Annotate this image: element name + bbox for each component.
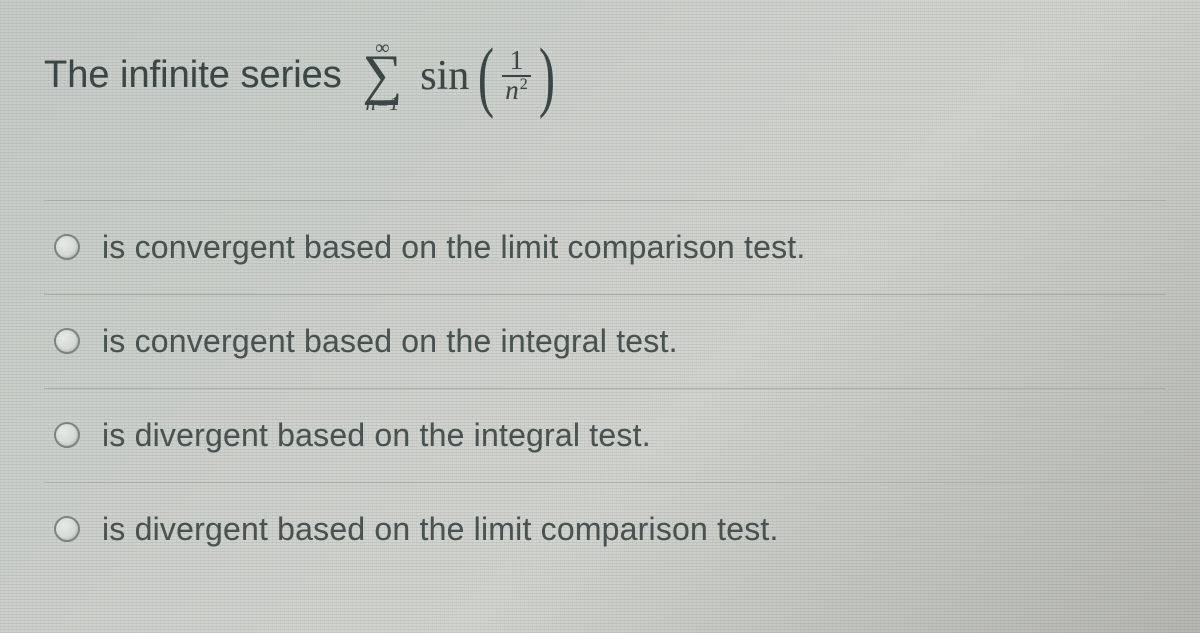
sum-lower-bound: n=1 [366,96,400,112]
fraction-denominator: n2 [502,75,531,105]
radio-icon[interactable] [54,234,80,260]
radio-icon[interactable] [54,328,80,354]
stem-prefix: The infinite series [44,53,352,99]
option-b[interactable]: is convergent based on the integral test… [44,294,1166,388]
denominator-exponent: 2 [520,76,528,93]
option-d-label: is divergent based on the limit comparis… [102,511,779,548]
right-paren-icon: ) [539,53,555,100]
option-d[interactable]: is divergent based on the limit comparis… [44,482,1166,576]
summation-symbol: ∞ ∑ n=1 [362,40,402,112]
question-stem: The infinite series ∞ ∑ n=1 sin ( 1 n2 ) [44,40,1166,112]
function-name: sin [420,51,469,101]
option-c[interactable]: is divergent based on the integral test. [44,388,1166,482]
option-b-label: is convergent based on the integral test… [102,323,678,360]
option-a[interactable]: is convergent based on the limit compari… [44,200,1166,294]
sigma-icon: ∑ [362,56,402,95]
option-a-label: is convergent based on the limit compari… [102,229,806,266]
denominator-base: n [505,75,519,105]
radio-icon[interactable] [54,422,80,448]
radio-icon[interactable] [54,516,80,542]
fraction-numerator: 1 [510,47,524,75]
option-c-label: is divergent based on the integral test. [102,417,651,454]
question-block: The infinite series ∞ ∑ n=1 sin ( 1 n2 )… [0,0,1200,576]
fraction: 1 n2 [502,47,531,104]
argument-parentheses: ( 1 n2 ) [473,47,559,104]
options-list: is convergent based on the limit compari… [44,200,1166,576]
left-paren-icon: ( [478,53,494,100]
